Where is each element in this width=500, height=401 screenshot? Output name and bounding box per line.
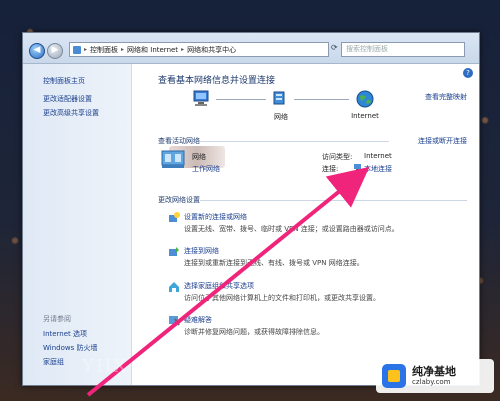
- brand-title: 纯净基地: [412, 365, 456, 378]
- brand-badge: 纯净基地 czlaby.com: [376, 359, 494, 393]
- annotation-arrow: [86, 166, 370, 397]
- brand-logo-icon: [382, 364, 406, 388]
- brand-url: czlaby.com: [412, 378, 451, 386]
- watermark-text: YHX: [82, 356, 129, 377]
